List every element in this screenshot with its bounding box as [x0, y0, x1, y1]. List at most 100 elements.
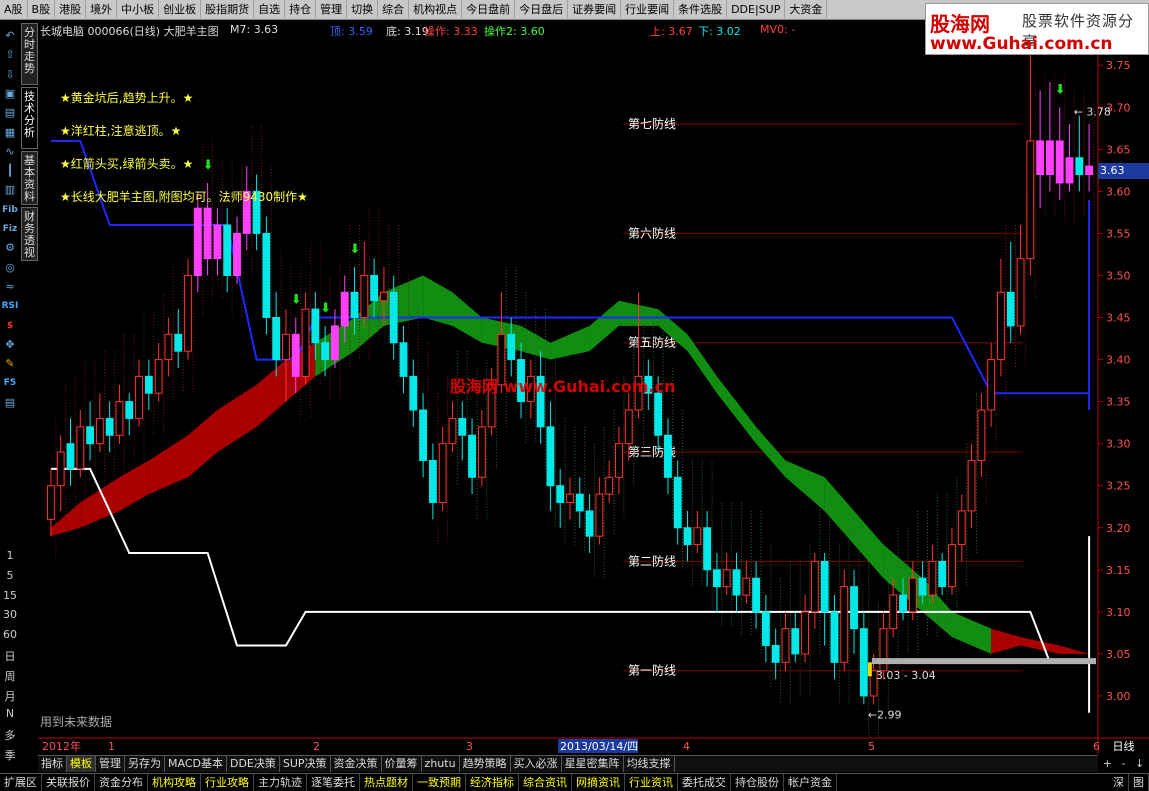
info-tab[interactable]: 逐笔委托 [307, 774, 360, 791]
grid-icon[interactable]: ▦ [1, 124, 19, 142]
nav-tab[interactable]: 图 [1129, 774, 1149, 791]
menu-item[interactable]: 大资金 [785, 0, 828, 20]
rsi-icon[interactable]: RSI [1, 297, 19, 315]
info-tab[interactable]: 行业攻略 [201, 774, 254, 791]
arrow-down-icon[interactable]: ⇩ [1, 66, 19, 84]
info-tab[interactable]: 扩展区 [0, 774, 42, 791]
menu-item[interactable]: 证券要闻 [568, 0, 622, 20]
chart-scroll-nav: + - ↓ [1098, 755, 1149, 772]
indicator-tab[interactable]: 另存为 [125, 756, 165, 772]
sphere-icon[interactable]: ◎ [1, 259, 19, 277]
indicator-tab[interactable]: 价量筹 [382, 756, 422, 772]
line-icon[interactable]: ∿ [1, 143, 19, 161]
menu-item[interactable]: 中小板 [117, 0, 160, 20]
period-button[interactable]: 月 [0, 688, 20, 704]
dollar-icon[interactable]: $ [1, 317, 19, 335]
scroll-right-icon[interactable]: - [1121, 757, 1125, 770]
defense-label: 第六防线 [628, 225, 676, 240]
candle-icon[interactable]: ┃ [1, 162, 19, 180]
info-tab[interactable]: 帐户资金 [784, 774, 837, 791]
menu-item[interactable]: 今日盘前 [462, 0, 516, 20]
candle-body [350, 291, 359, 319]
menu-item[interactable]: 创业板 [159, 0, 202, 20]
square-icon[interactable]: ▣ [1, 85, 19, 103]
indicator-tab[interactable]: 均线支撑 [624, 756, 675, 772]
vertical-tab[interactable]: 分时走势 [21, 23, 38, 85]
arrow-down-icon[interactable]: ↓ [1135, 757, 1144, 770]
logo-url: www.Guhai.com.cn [930, 34, 1113, 54]
indicator-tab[interactable]: DDE决策 [227, 756, 280, 772]
menu-item[interactable]: DDE|SUP [727, 0, 786, 20]
period-button[interactable]: 15 [0, 589, 20, 602]
menu-item[interactable]: 今日盘后 [515, 0, 569, 20]
wave-icon[interactable]: ≈ [1, 278, 19, 296]
period-button[interactable]: 60 [0, 628, 20, 641]
period-button[interactable]: 日 [0, 648, 20, 664]
menu-item[interactable]: A股 [0, 0, 28, 20]
info-tab[interactable]: 持仓股份 [731, 774, 784, 791]
indicator-tab[interactable]: 买入必涨 [511, 756, 562, 772]
fib-icon[interactable]: Fib [1, 201, 19, 219]
sell-arrow-icon: ⬇ [1055, 82, 1066, 97]
candle-body [321, 342, 330, 361]
info-tab[interactable]: 热点题材 [360, 774, 413, 791]
period-button[interactable]: 季 [0, 747, 20, 763]
menu-item[interactable]: 自选 [254, 0, 286, 20]
info-tab[interactable]: 资金分布 [95, 774, 148, 791]
info-tab[interactable]: 经济指标 [466, 774, 519, 791]
menu-item[interactable]: 行业要闻 [621, 0, 675, 20]
k-chart-icon[interactable]: ▤ [1, 104, 19, 122]
menu-item[interactable]: 机构视点 [409, 0, 463, 20]
menu-item[interactable]: 切换 [347, 0, 379, 20]
menu-item[interactable]: 管理 [316, 0, 348, 20]
fiz-icon[interactable]: Fiz [1, 220, 19, 238]
vertical-tab[interactable]: 基本资料 [21, 151, 38, 205]
page-icon[interactable]: ▤ [1, 394, 19, 412]
indicator-tab[interactable]: SUP决策 [280, 756, 331, 772]
indicator-tab[interactable]: 星星密集阵 [562, 756, 624, 772]
period-button[interactable]: 周 [0, 668, 20, 684]
period-button[interactable]: 5 [0, 569, 20, 582]
menu-item[interactable]: 综合 [378, 0, 410, 20]
vertical-tab[interactable]: 技术分析 [21, 87, 38, 149]
indicator-tab[interactable]: 趋势策略 [460, 756, 511, 772]
candle-body [76, 426, 85, 470]
move-icon[interactable]: ✥ [1, 336, 19, 354]
indicator-tab[interactable]: 模板 [67, 756, 96, 772]
info-tab[interactable]: 机构攻略 [148, 774, 201, 791]
pen-icon[interactable]: ✎ [1, 355, 19, 373]
menu-item[interactable]: 股指期货 [201, 0, 255, 20]
bar-icon[interactable]: ▥ [1, 181, 19, 199]
menu-item[interactable]: 港股 [55, 0, 87, 20]
menu-item[interactable]: B股 [28, 0, 56, 20]
candle-body [987, 359, 996, 411]
gear-icon[interactable]: ⚙ [1, 239, 19, 257]
indicator-tab[interactable]: MACD基本 [165, 756, 227, 772]
info-tab[interactable]: 主力轨迹 [254, 774, 307, 791]
arrow-up-icon[interactable]: ⇧ [1, 46, 19, 64]
indicator-tab[interactable]: 管理 [96, 756, 125, 772]
undo-icon[interactable]: ↶ [1, 27, 19, 45]
period-label[interactable]: 日线 [1098, 739, 1149, 755]
period-button[interactable]: 30 [0, 608, 20, 621]
menu-item[interactable]: 持仓 [285, 0, 317, 20]
scroll-left-icon[interactable]: + [1103, 757, 1112, 770]
info-tab[interactable]: 网摘资讯 [572, 774, 625, 791]
info-tab[interactable]: 一致预期 [413, 774, 466, 791]
indicator-tab[interactable]: 指标 [38, 756, 67, 772]
period-button[interactable]: 多 [0, 727, 20, 743]
candle-body [761, 611, 770, 646]
info-tab[interactable]: 关联报价 [42, 774, 95, 791]
menu-item[interactable]: 条件选股 [674, 0, 728, 20]
info-tab[interactable]: 委托成交 [678, 774, 731, 791]
menu-item[interactable]: 境外 [86, 0, 118, 20]
period-button[interactable]: N [0, 707, 20, 720]
nav-tab[interactable]: 深 [1109, 774, 1129, 791]
f5-icon[interactable]: F5 [1, 374, 19, 392]
period-button[interactable]: 1 [0, 549, 20, 562]
info-tab[interactable]: 综合资讯 [519, 774, 572, 791]
indicator-tab[interactable]: 资金决策 [331, 756, 382, 772]
info-tab[interactable]: 行业资讯 [625, 774, 678, 791]
vertical-tab[interactable]: 财务透视 [21, 207, 38, 261]
indicator-tab[interactable]: zhutu [422, 756, 460, 772]
